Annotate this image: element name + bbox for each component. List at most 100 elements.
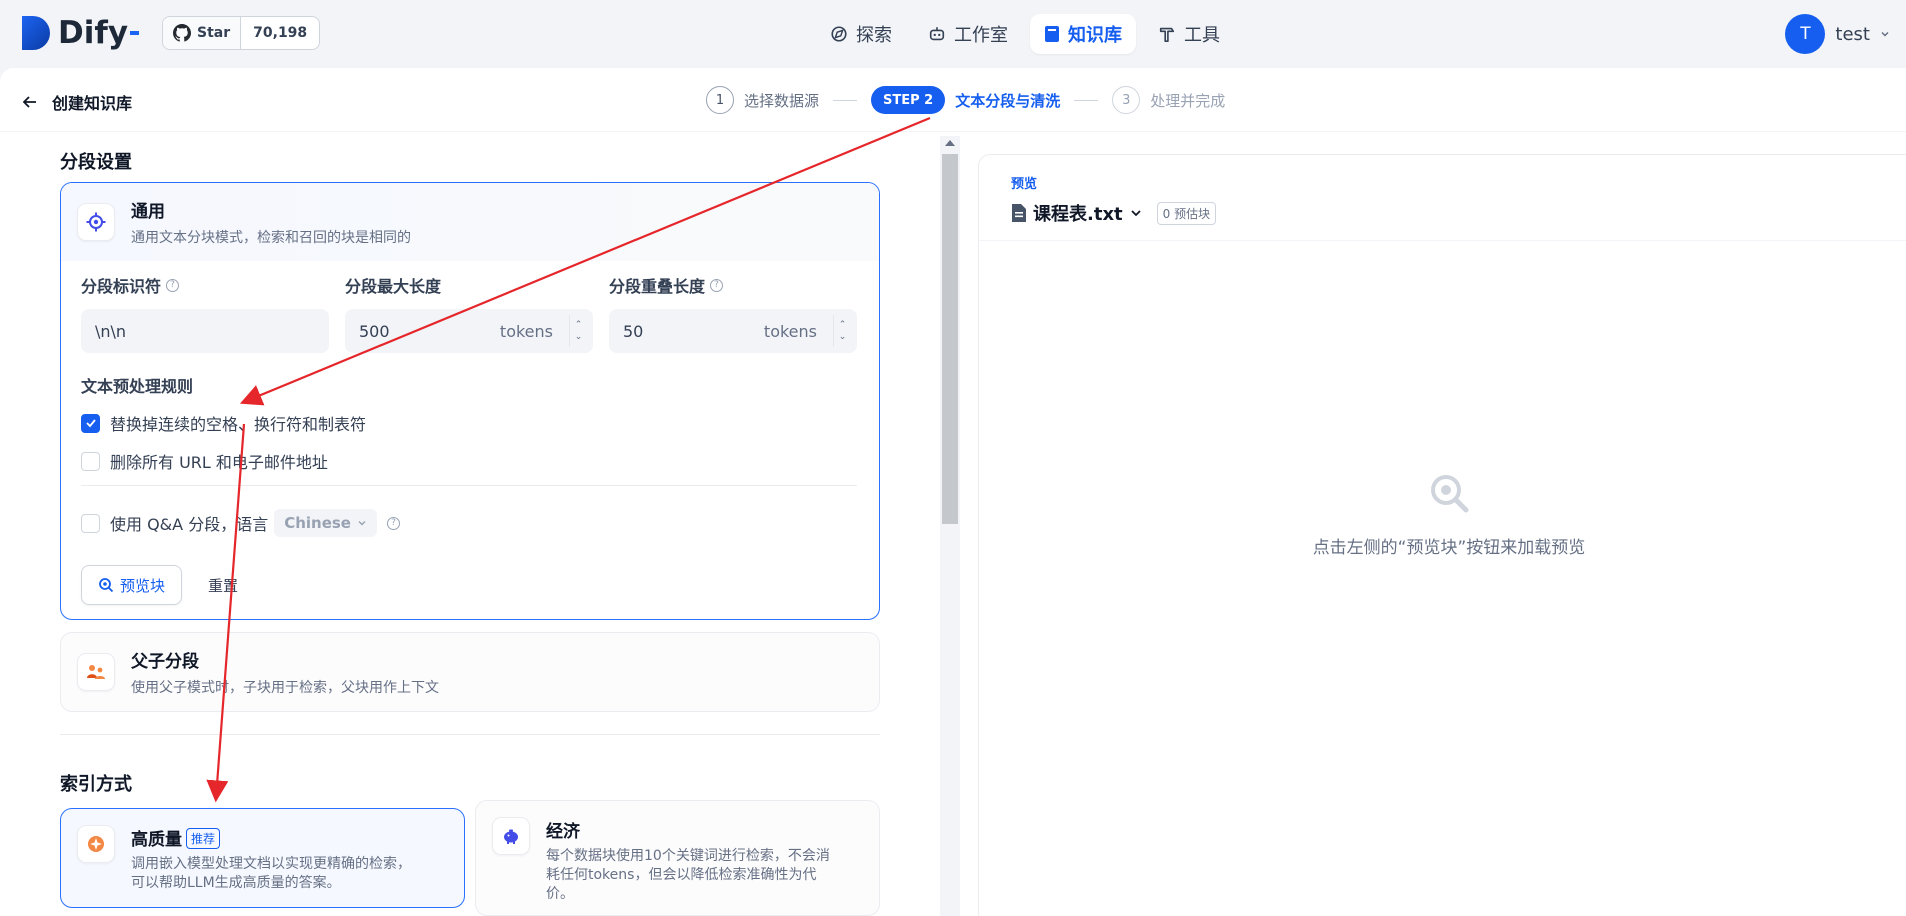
step-connector xyxy=(1074,99,1099,101)
nav-studio[interactable]: 工作室 xyxy=(914,14,1022,54)
main-panel: 创建知识库 1 选择数据源 STEP 2 文本分段与清洗 3 处理并完成 分段设… xyxy=(0,68,1906,916)
top-navigation: Dify Star 70,198 探索 工作室 知识库 工具 T test xyxy=(0,0,1906,68)
github-star-button[interactable]: Star 70,198 xyxy=(162,16,321,50)
document-icon xyxy=(1012,204,1026,222)
book-icon xyxy=(1045,26,1059,42)
step-2-number: STEP 2 xyxy=(871,86,946,114)
economy-desc-1: 每个数据块使用10个关键词进行检索，不会消 xyxy=(546,848,830,864)
parent-child-icon xyxy=(87,665,105,679)
stepper: 1 选择数据源 STEP 2 文本分段与清洗 3 处理并完成 xyxy=(706,86,1225,114)
high-quality-desc-1: 调用嵌入模型处理文档以实现更精确的检索， xyxy=(131,856,411,872)
help-icon[interactable]: ? xyxy=(710,278,724,292)
back-button[interactable]: 创建知识库 xyxy=(22,90,132,114)
separator-label: 分段标识符 xyxy=(81,277,162,296)
user-name: test xyxy=(1835,23,1870,45)
economy-card[interactable]: 经济 每个数据块使用10个关键词进行检索，不会消 耗任何tokens，但会以降低… xyxy=(475,800,880,916)
chevron-down-icon[interactable]: ⌄ xyxy=(575,333,583,342)
github-star-label: Star xyxy=(197,25,231,41)
qa-language-select[interactable]: Chinese xyxy=(274,509,377,537)
remove-urls-checkbox[interactable] xyxy=(81,451,100,471)
economy-desc-3: 价。 xyxy=(546,886,574,902)
hammer-icon xyxy=(1159,27,1175,43)
preview-file-name: 课程表.txt xyxy=(1033,204,1123,225)
compass-icon xyxy=(831,26,847,42)
step-2-label: 文本分段与清洗 xyxy=(955,91,1061,110)
step-3-label: 处理并完成 xyxy=(1150,91,1226,110)
general-mode-title: 通用 xyxy=(131,202,165,222)
robot-icon xyxy=(929,27,945,41)
nav-knowledge-label: 知识库 xyxy=(1068,25,1122,46)
reset-button[interactable]: 重置 xyxy=(208,575,238,596)
parent-child-title: 父子分段 xyxy=(131,652,199,672)
nav-knowledge[interactable]: 知识库 xyxy=(1030,14,1136,54)
replace-spaces-checkbox[interactable] xyxy=(81,413,100,433)
preview-label: 预览 xyxy=(1011,177,1038,192)
general-mode-icon-box xyxy=(77,203,115,241)
high-quality-title: 高质量 xyxy=(131,830,182,850)
nav-tools[interactable]: 工具 xyxy=(1144,14,1234,54)
max-length-stepper[interactable]: ⌃ ⌄ xyxy=(569,315,587,347)
preview-empty-text: 点击左侧的“预览块”按钮来加载预览 xyxy=(1312,538,1586,558)
economy-title: 经济 xyxy=(546,822,580,842)
dify-logo-mark xyxy=(20,14,54,52)
qa-checkbox[interactable] xyxy=(81,513,100,533)
high-quality-card[interactable]: 高质量 推荐 调用嵌入模型处理文档以实现更精确的检索， 可以帮助LLM生成高质量的… xyxy=(60,808,465,908)
chevron-down-icon xyxy=(1131,210,1141,217)
overlap-stepper[interactable]: ⌃ ⌄ xyxy=(833,315,851,347)
preview-chunks-button[interactable]: 预览块 xyxy=(81,565,183,605)
parent-child-mode-card[interactable]: 父子分段 使用父子模式时，子块用于检索，父块用作上下文 xyxy=(60,632,880,712)
scroll-thumb[interactable] xyxy=(942,154,958,524)
separator-input[interactable]: \n\n xyxy=(81,309,329,353)
overlap-label: 分段重叠长度 xyxy=(609,277,706,296)
replace-spaces-label: 替换掉连续的空格、换行符和制表符 xyxy=(110,415,367,434)
nav-explore[interactable]: 探索 xyxy=(816,14,906,54)
arrow-left-icon xyxy=(22,96,36,108)
chevron-up-icon[interactable]: ⌃ xyxy=(839,321,847,330)
chevron-down-icon xyxy=(358,521,366,526)
segment-actions: 预览块 重置 xyxy=(81,565,238,605)
rule-replace-spaces[interactable]: 替换掉连续的空格、换行符和制表符 xyxy=(81,411,366,435)
search-icon xyxy=(99,578,114,593)
segment-fields: 分段标识符? \n\n 分段最大长度 500 tokens ⌃ ⌄ 分段重叠长度?… xyxy=(81,275,857,353)
economy-desc-2: 耗任何tokens，但会以降低检索准确性为代 xyxy=(546,867,817,883)
piggy-bank-icon xyxy=(504,829,518,844)
parent-child-icon-box xyxy=(77,653,115,691)
help-icon[interactable]: ? xyxy=(387,516,400,530)
page-header: 创建知识库 1 选择数据源 STEP 2 文本分段与清洗 3 处理并完成 xyxy=(0,68,1906,132)
general-mode-desc: 通用文本分块模式，检索和召回的块是相同的 xyxy=(131,230,411,246)
user-menu[interactable]: T test xyxy=(1785,14,1890,54)
search-preview-icon xyxy=(1431,475,1469,513)
main-nav: 探索 工作室 知识库 工具 xyxy=(816,14,1234,54)
step-1-label: 选择数据源 xyxy=(744,91,820,110)
gear-icon xyxy=(86,212,106,232)
nav-tools-label: 工具 xyxy=(1184,25,1220,46)
preview-file-selector[interactable]: 课程表.txt 0 预估块 xyxy=(1011,200,1906,226)
rule-remove-urls[interactable]: 删除所有 URL 和电子邮件地址 xyxy=(81,449,366,473)
parent-child-desc: 使用父子模式时，子块用于检索，父块用作上下文 xyxy=(131,680,439,696)
index-section-title: 索引方式 xyxy=(60,774,132,795)
help-icon[interactable]: ? xyxy=(166,278,180,292)
nav-studio-label: 工作室 xyxy=(954,25,1008,46)
preview-header: 预览 课程表.txt 0 预估块 xyxy=(979,155,1906,241)
max-length-field: 分段最大长度 500 tokens ⌃ ⌄ xyxy=(345,275,593,353)
logo-dot xyxy=(130,31,140,35)
estimate-badge: 0 预估块 xyxy=(1156,201,1217,225)
overlap-value: 50 xyxy=(623,321,644,341)
scrollbar[interactable] xyxy=(940,136,960,916)
chevron-down-icon[interactable]: ⌄ xyxy=(839,333,847,342)
divider xyxy=(81,485,857,486)
dify-logo[interactable]: Dify xyxy=(20,14,140,52)
preview-chunks-label: 预览块 xyxy=(120,576,166,595)
nav-explore-label: 探索 xyxy=(856,25,892,46)
max-length-input[interactable]: 500 tokens ⌃ ⌄ xyxy=(345,309,593,353)
max-length-label: 分段最大长度 xyxy=(345,277,442,296)
preprocess-rules: 文本预处理规则 替换掉连续的空格、换行符和制表符 删除所有 URL 和电子邮件地… xyxy=(81,373,366,473)
chevron-down-icon xyxy=(1881,31,1889,37)
scroll-up-arrow[interactable] xyxy=(945,140,955,146)
segment-section-title: 分段设置 xyxy=(60,152,132,173)
separator-value: \n\n xyxy=(95,321,127,341)
remove-urls-label: 删除所有 URL 和电子邮件地址 xyxy=(110,453,328,472)
chevron-up-icon[interactable]: ⌃ xyxy=(575,321,583,330)
general-mode-card[interactable]: 通用 通用文本分块模式，检索和召回的块是相同的 分段标识符? \n\n 分段最大… xyxy=(60,182,880,620)
overlap-input[interactable]: 50 tokens ⌃ ⌄ xyxy=(609,309,857,353)
